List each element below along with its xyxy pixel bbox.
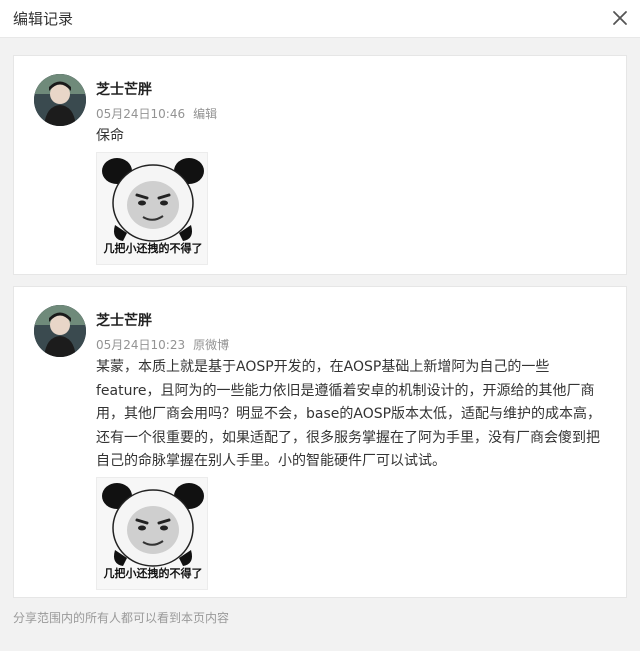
close-button[interactable] (608, 6, 632, 30)
meme-image[interactable]: 几把小还拽的不得了 (96, 152, 208, 265)
edit-record-card: 芝士芒胖 05月24日10:23 原微博 某蒙，本质上就是基于AOSP开发的，在A… (13, 286, 627, 598)
post-meta: 05月24日10:46 编辑 (96, 105, 217, 122)
post-text: 保命 (96, 128, 124, 144)
user-name[interactable]: 芝士芒胖 (96, 79, 152, 99)
visibility-note: 分享范围内的所有人都可以看到本页内容 (13, 611, 230, 625)
post-meta: 05月24日10:23 原微博 (96, 336, 229, 353)
meme-image[interactable]: 几把小还拽的不得了 (96, 477, 208, 590)
avatar[interactable] (34, 74, 86, 126)
source-label: 编辑 (193, 107, 218, 121)
post-text: 某蒙，本质上就是基于AOSP开发的，在AOSP基础上新增阿为自己的一些featu… (96, 359, 602, 469)
edit-record-card: 芝士芒胖 05月24日10:46 编辑 保命 几把小还拽的不得了 (13, 55, 627, 275)
meme-caption: 几把小还拽的不得了 (103, 242, 203, 255)
dialog-header: 编辑记录 (0, 0, 640, 38)
source-label: 原微博 (193, 338, 230, 352)
user-name[interactable]: 芝士芒胖 (96, 310, 152, 330)
close-icon (613, 11, 627, 25)
timestamp: 05月24日10:23 (96, 338, 186, 352)
meme-caption: 几把小还拽的不得了 (103, 567, 203, 580)
timestamp: 05月24日10:46 (96, 107, 186, 121)
dialog-title: 编辑记录 (13, 10, 74, 28)
avatar[interactable] (34, 305, 86, 357)
